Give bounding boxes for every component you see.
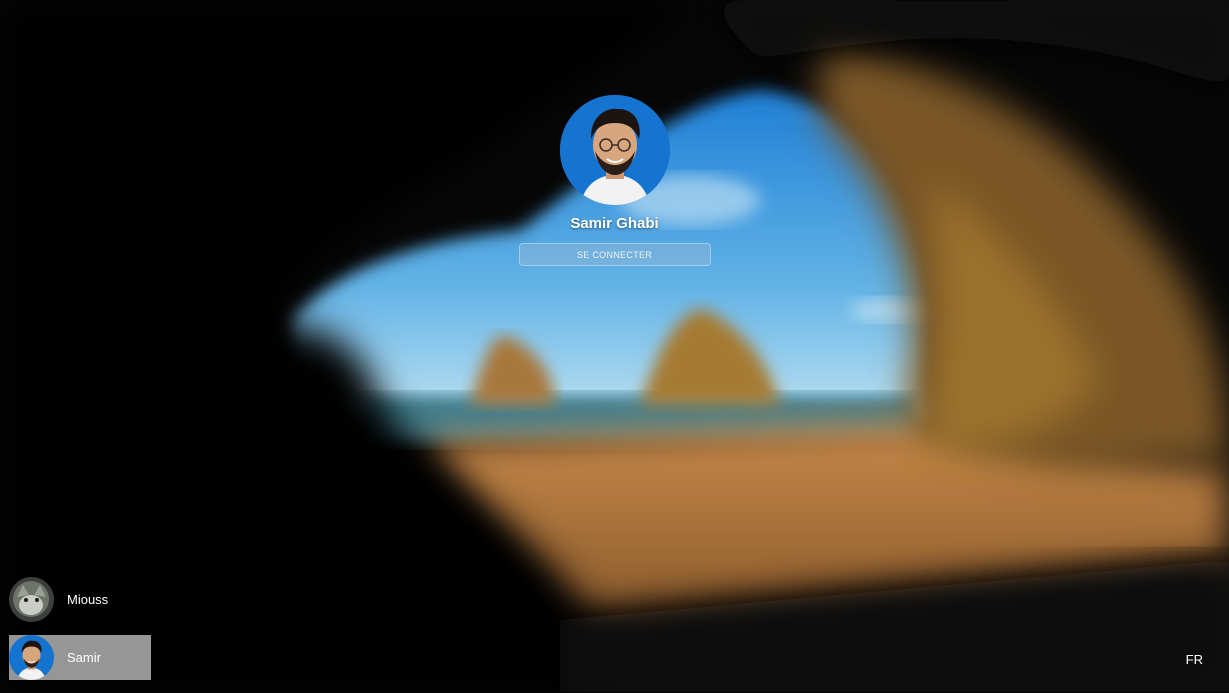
sign-in-button[interactable]: SE CONNECTER xyxy=(518,243,711,266)
user-switcher-list: Miouss Samir xyxy=(9,577,151,693)
user-item-label: Samir xyxy=(67,650,101,665)
input-language-indicator[interactable]: FR xyxy=(1186,652,1203,667)
cat-avatar-icon xyxy=(9,577,54,622)
user-avatar xyxy=(559,95,670,205)
user-name: Samir Ghabi xyxy=(570,215,659,232)
user-item-label: Miouss xyxy=(67,592,109,607)
user-item-samir[interactable]: Samir xyxy=(9,635,151,680)
user-avatar-icon xyxy=(9,635,54,680)
current-user-panel: Samir Ghabi SE CONNECTER xyxy=(0,95,1229,266)
user-item-miouss[interactable]: Miouss xyxy=(9,577,151,622)
